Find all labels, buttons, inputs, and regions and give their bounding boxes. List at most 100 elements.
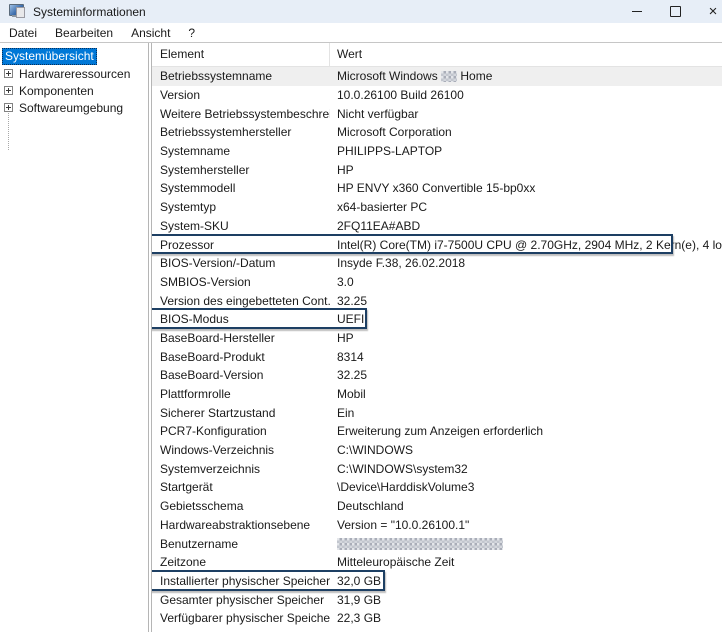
row-value: Deutschland [330, 499, 404, 513]
sidebar-item-softwareumgebung[interactable]: Softwareumgebung [0, 99, 148, 116]
table-row[interactable]: Systemtyp x64-basierter PC [152, 198, 722, 217]
table-row[interactable]: Weitere Betriebssystembeschrei... Nicht … [152, 104, 722, 123]
redaction-blur [337, 538, 503, 550]
row-value: 32.25 [330, 294, 367, 308]
table-row[interactable]: Sicherer Startzustand Ein [152, 403, 722, 422]
row-value: HP ENVY x360 Convertible 15-bp0xx [330, 181, 535, 195]
content-area: Systemübersicht Hardwareressourcen Kompo… [0, 43, 722, 632]
row-element-label: Betriebssystemhersteller [152, 125, 330, 139]
table-row[interactable]: Betriebssystemhersteller Microsoft Corpo… [152, 123, 722, 142]
row-element-label: Sicherer Startzustand [152, 406, 330, 420]
table-row[interactable]: BaseBoard-Hersteller HP [152, 329, 722, 348]
table-row[interactable]: Systemverzeichnis C:\WINDOWS\system32 [152, 459, 722, 478]
column-header-wert[interactable]: Wert [330, 43, 362, 66]
minimize-button[interactable] [618, 0, 656, 23]
table-row[interactable]: Version des eingebetteten Cont... 32.25 [152, 291, 722, 310]
table-row[interactable]: Gebietsschema Deutschland [152, 497, 722, 516]
table-row[interactable]: Gesamter physischer Speicher 31,9 GB [152, 590, 722, 609]
table-row[interactable]: Benutzername [152, 534, 722, 553]
expand-plus-icon[interactable] [4, 69, 13, 78]
row-value: Insyde F.38, 26.02.2018 [330, 256, 465, 270]
row-value: HP [330, 331, 354, 345]
table-row[interactable]: Systemhersteller HP [152, 160, 722, 179]
row-value: Nicht verfügbar [330, 107, 418, 121]
redaction-blur [441, 71, 457, 82]
table-row[interactable]: BaseBoard-Version 32.25 [152, 366, 722, 385]
table-row[interactable]: System-SKU 2FQ11EA#ABD [152, 217, 722, 236]
row-element-label: Systemtyp [152, 200, 330, 214]
table-row[interactable]: Verfügbarer physischer Speicher 22,3 GB [152, 609, 722, 628]
app-icon [9, 4, 25, 19]
table-row[interactable]: Zeitzone Mitteleuropäische Zeit [152, 553, 722, 572]
row-element-label: BaseBoard-Hersteller [152, 331, 330, 345]
row-element-label: Gesamter physischer Speicher [152, 593, 330, 607]
sidebar-item-label: Softwareumgebung [19, 101, 123, 115]
menu-datei[interactable]: Datei [0, 26, 46, 40]
row-value: 32.25 [330, 368, 367, 382]
row-value: C:\WINDOWS\system32 [330, 462, 468, 476]
table-row[interactable]: Systemname PHILIPPS-LAPTOP [152, 142, 722, 161]
row-value: PHILIPPS-LAPTOP [330, 144, 442, 158]
row-element-label: Plattformrolle [152, 387, 330, 401]
expand-plus-icon[interactable] [4, 86, 13, 95]
row-value: Mitteleuropäische Zeit [330, 555, 454, 569]
table-row[interactable]: Version 10.0.26100 Build 26100 [152, 86, 722, 105]
row-value: C:\WINDOWS [330, 443, 413, 457]
menu-help[interactable]: ? [179, 26, 204, 40]
table-row[interactable]: Windows-Verzeichnis C:\WINDOWS [152, 441, 722, 460]
title-bar: Systeminformationen × [0, 0, 722, 23]
category-tree: Systemübersicht Hardwareressourcen Kompo… [0, 43, 149, 632]
row-element-label: Verfügbarer physischer Speicher [152, 611, 330, 625]
row-element-label: Hardwareabstraktionsebene [152, 518, 330, 532]
row-value: Mobil [330, 387, 366, 401]
row-element-label: BIOS-Version/-Datum [152, 256, 330, 270]
list-header: Element Wert [152, 43, 722, 67]
row-element-label: Benutzername [152, 537, 330, 551]
row-element-label: Version [152, 88, 330, 102]
row-element-label: Windows-Verzeichnis [152, 443, 330, 457]
row-value: 2FQ11EA#ABD [330, 219, 420, 233]
table-row[interactable]: BIOS-Modus UEFI [152, 310, 722, 329]
table-row[interactable]: Betriebssystemname Microsoft Windows Hom… [152, 67, 722, 86]
row-element-label: Systemname [152, 144, 330, 158]
column-header-element[interactable]: Element [152, 43, 330, 66]
table-row[interactable]: Prozessor Intel(R) Core(TM) i7-7500U CPU… [152, 235, 722, 254]
menu-ansicht[interactable]: Ansicht [122, 26, 179, 40]
sidebar-item-label: Hardwareressourcen [19, 67, 130, 81]
row-element-label: Systemverzeichnis [152, 462, 330, 476]
table-rows: Betriebssystemname Microsoft Windows Hom… [152, 67, 722, 628]
menu-bearbeiten[interactable]: Bearbeiten [46, 26, 122, 40]
table-row[interactable]: Startgerät \Device\HarddiskVolume3 [152, 478, 722, 497]
row-element-label: Zeitzone [152, 555, 330, 569]
row-element-label: System-SKU [152, 219, 330, 233]
row-value: x64-basierter PC [330, 200, 427, 214]
maximize-button[interactable] [656, 0, 694, 23]
window-title: Systeminformationen [33, 5, 146, 19]
row-element-label: Version des eingebetteten Cont... [152, 294, 330, 308]
row-value: HP [330, 163, 354, 177]
row-element-label: Prozessor [152, 238, 330, 252]
table-row[interactable]: Hardwareabstraktionsebene Version = "10.… [152, 516, 722, 535]
row-value: Ein [330, 406, 354, 420]
row-value [330, 537, 503, 551]
close-button[interactable]: × [694, 0, 722, 23]
row-element-label: PCR7-Konfiguration [152, 424, 330, 438]
table-row[interactable]: BIOS-Version/-Datum Insyde F.38, 26.02.2… [152, 254, 722, 273]
row-value: 10.0.26100 Build 26100 [330, 88, 464, 102]
sidebar-item-komponenten[interactable]: Komponenten [0, 82, 148, 99]
table-row[interactable]: BaseBoard-Produkt 8314 [152, 347, 722, 366]
table-row[interactable]: Systemmodell HP ENVY x360 Convertible 15… [152, 179, 722, 198]
sidebar-item-systemuebersicht[interactable]: Systemübersicht [2, 48, 97, 65]
info-list-pane: Element Wert Betriebssystemname Microsof… [151, 43, 722, 632]
row-value: Microsoft Corporation [330, 125, 452, 139]
row-element-label: BaseBoard-Version [152, 368, 330, 382]
row-element-label: BaseBoard-Produkt [152, 350, 330, 364]
table-row[interactable]: PCR7-Konfiguration Erweiterung zum Anzei… [152, 422, 722, 441]
expand-plus-icon[interactable] [4, 103, 13, 112]
sidebar-item-hardwareressourcen[interactable]: Hardwareressourcen [0, 65, 148, 82]
table-row[interactable]: Installierter physischer Speicher... 32,… [152, 572, 722, 591]
table-row[interactable]: Plattformrolle Mobil [152, 385, 722, 404]
table-row[interactable]: SMBIOS-Version 3.0 [152, 273, 722, 292]
row-value: UEFI [330, 312, 364, 326]
sidebar-item-label: Komponenten [19, 84, 94, 98]
